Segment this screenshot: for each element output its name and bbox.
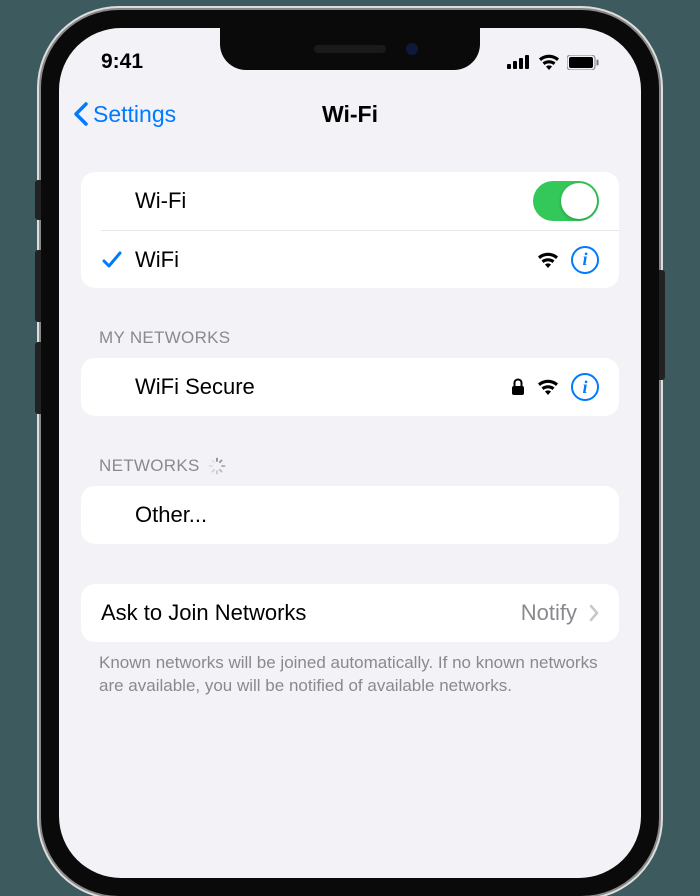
screen: 9:41 Settings Wi-Fi Wi-Fi	[59, 28, 641, 878]
saved-network-name: WiFi Secure	[135, 374, 511, 400]
wifi-icon	[538, 54, 560, 70]
ask-to-join-label: Ask to Join Networks	[101, 600, 521, 626]
volume-up	[35, 250, 41, 322]
lock-icon	[511, 378, 525, 396]
ask-to-join-footer: Known networks will be joined automatica…	[81, 642, 619, 698]
status-time: 9:41	[101, 50, 143, 74]
phone-frame: 9:41 Settings Wi-Fi Wi-Fi	[41, 10, 659, 896]
chevron-right-icon	[589, 604, 599, 622]
volume-down	[35, 342, 41, 414]
ask-to-join-row[interactable]: Ask to Join Networks Notify	[81, 584, 619, 642]
info-button[interactable]: i	[571, 246, 599, 274]
networks-header-text: Networks	[99, 456, 200, 476]
notch	[220, 28, 480, 70]
connected-network-name: WiFi	[135, 247, 537, 273]
cellular-icon	[507, 55, 531, 69]
ask-to-join-value: Notify	[521, 600, 577, 626]
front-camera	[406, 43, 418, 55]
saved-network-row[interactable]: WiFi Secure i	[81, 358, 619, 416]
checkmark-icon	[101, 249, 123, 271]
info-button[interactable]: i	[571, 373, 599, 401]
wifi-toggle-label: Wi-Fi	[135, 188, 533, 214]
battery-icon	[567, 55, 599, 70]
connected-network-row[interactable]: WiFi i	[101, 230, 619, 288]
mute-switch	[35, 180, 41, 220]
other-network-row[interactable]: Other...	[81, 486, 619, 544]
wifi-toggle-row[interactable]: Wi-Fi	[81, 172, 619, 230]
wifi-toggle-card: Wi-Fi WiFi i	[81, 172, 619, 288]
wifi-signal-icon	[537, 379, 559, 395]
networks-card: Other...	[81, 486, 619, 544]
navigation-bar: Settings Wi-Fi	[59, 86, 641, 142]
chevron-left-icon	[73, 102, 89, 126]
back-button[interactable]: Settings	[73, 101, 176, 128]
back-label: Settings	[93, 101, 176, 128]
page-title: Wi-Fi	[322, 101, 378, 128]
my-networks-card: WiFi Secure i	[81, 358, 619, 416]
status-icons	[507, 54, 599, 70]
my-networks-header: My Networks	[81, 328, 619, 358]
networks-header: Networks	[81, 456, 619, 486]
ask-to-join-card: Ask to Join Networks Notify	[81, 584, 619, 642]
power-button	[659, 270, 665, 380]
spinner-icon	[208, 457, 226, 475]
speaker	[314, 45, 386, 53]
other-label: Other...	[135, 502, 599, 528]
wifi-toggle[interactable]	[533, 181, 599, 221]
wifi-signal-icon	[537, 252, 559, 268]
